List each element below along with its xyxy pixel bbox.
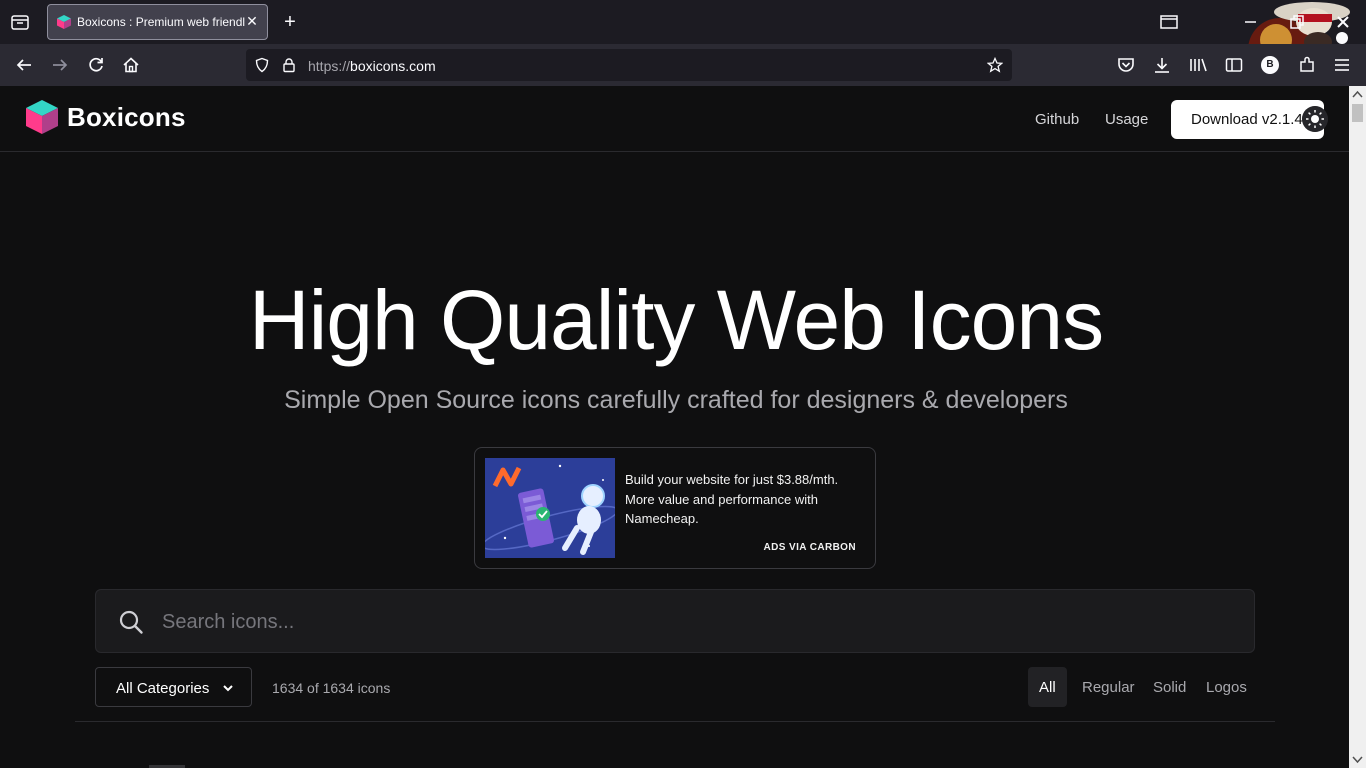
nav-link-github[interactable]: Github bbox=[1035, 111, 1079, 128]
category-select[interactable]: All Categories bbox=[95, 667, 252, 707]
home-icon[interactable] bbox=[121, 55, 141, 75]
search-input[interactable] bbox=[162, 607, 1222, 637]
nav-link-usage[interactable]: Usage bbox=[1105, 111, 1148, 128]
navigation-bar: https://boxicons.com B bbox=[0, 44, 1366, 86]
url-scheme: https:// bbox=[308, 58, 351, 74]
browser-chrome: Boxicons : Premium web friendly icons ✕ … bbox=[0, 0, 1366, 86]
hero-subtitle: Simple Open Source icons carefully craft… bbox=[284, 386, 1068, 414]
url-host: boxicons.com bbox=[350, 58, 436, 74]
logo-text[interactable]: Boxicons bbox=[67, 102, 186, 133]
chevron-down-icon bbox=[223, 685, 233, 692]
menu-icon[interactable] bbox=[1332, 55, 1352, 75]
filter-logos[interactable]: Logos bbox=[1195, 667, 1258, 707]
scroll-down-arrow-icon[interactable] bbox=[1349, 751, 1366, 768]
tracking-shield-icon[interactable] bbox=[254, 57, 270, 73]
extensions-icon[interactable] bbox=[1297, 55, 1317, 75]
scroll-up-arrow-icon[interactable] bbox=[1349, 86, 1366, 103]
bookmark-star-icon[interactable] bbox=[987, 57, 1003, 73]
library-icon[interactable] bbox=[1188, 55, 1208, 75]
url-text: https://boxicons.com bbox=[308, 58, 436, 74]
search-box[interactable] bbox=[95, 589, 1255, 653]
carbon-ad[interactable]: Build your website for just $3.88/mth. M… bbox=[474, 447, 876, 569]
ad-text[interactable]: Build your website for just $3.88/mth. M… bbox=[625, 470, 865, 529]
boxicons-logo-icon[interactable] bbox=[26, 100, 58, 134]
filter-all[interactable]: All bbox=[1028, 667, 1067, 707]
tab-title: Boxicons : Premium web friendly icons bbox=[77, 15, 245, 29]
filter-regular[interactable]: Regular bbox=[1071, 667, 1146, 707]
divider bbox=[75, 721, 1275, 722]
page-content: Boxicons Github Usage Download v2.1.4 Hi… bbox=[0, 86, 1349, 768]
url-bar[interactable]: https://boxicons.com bbox=[246, 49, 1012, 81]
boxicons-favicon-icon bbox=[57, 15, 71, 29]
forward-arrow-icon[interactable] bbox=[50, 55, 70, 75]
lock-icon[interactable] bbox=[281, 57, 297, 73]
icon-count: 1634 of 1634 icons bbox=[272, 680, 391, 696]
scrollbar-thumb[interactable] bbox=[1352, 104, 1363, 122]
downloads-icon[interactable] bbox=[1152, 55, 1172, 75]
tab-list-icon[interactable] bbox=[10, 12, 30, 32]
theme-toggle-sun-icon[interactable] bbox=[1302, 106, 1328, 132]
new-tab-button[interactable]: + bbox=[281, 12, 299, 32]
ad-via-carbon[interactable]: ADS VIA CARBON bbox=[764, 542, 856, 553]
category-select-label: All Categories bbox=[116, 680, 210, 697]
close-window-icon[interactable] bbox=[1332, 12, 1354, 32]
page-scrollbar[interactable] bbox=[1349, 86, 1366, 768]
namecheap-ad-image[interactable] bbox=[485, 458, 615, 558]
profile-avatar[interactable]: B bbox=[1261, 56, 1279, 74]
tab-bar: Boxicons : Premium web friendly icons ✕ … bbox=[0, 0, 1366, 60]
site-header: Boxicons Github Usage Download v2.1.4 bbox=[0, 86, 1349, 152]
filter-solid[interactable]: Solid bbox=[1142, 667, 1197, 707]
minimize-icon[interactable] bbox=[1240, 12, 1262, 32]
tab-close-icon[interactable]: ✕ bbox=[245, 14, 259, 28]
pocket-icon[interactable] bbox=[1116, 55, 1136, 75]
window-list-icon[interactable] bbox=[1158, 12, 1180, 32]
browser-tab[interactable]: Boxicons : Premium web friendly icons ✕ bbox=[47, 4, 268, 40]
restore-icon[interactable] bbox=[1286, 12, 1308, 32]
search-icon bbox=[119, 610, 143, 634]
reload-icon[interactable] bbox=[86, 55, 106, 75]
hero-title: High Quality Web Icons bbox=[248, 273, 1104, 367]
back-arrow-icon[interactable] bbox=[14, 55, 34, 75]
sidebar-icon[interactable] bbox=[1224, 55, 1244, 75]
